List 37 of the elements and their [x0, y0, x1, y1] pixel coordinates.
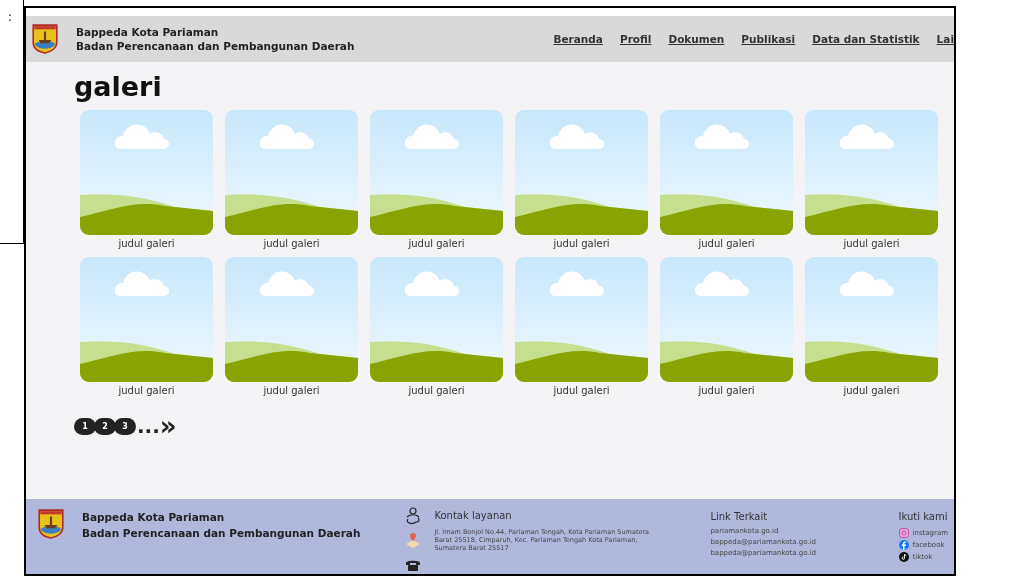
footer-subtitle: Badan Perencanaan dan Pembangunan Daerah [82, 526, 361, 541]
page-button[interactable]: 2 [94, 417, 116, 435]
gallery-caption: judul galeri [408, 237, 465, 251]
gallery-caption: judul galeri [843, 384, 900, 398]
page-button[interactable]: 3 [114, 417, 136, 435]
page-button[interactable]: 1 [74, 417, 96, 435]
nav-link[interactable]: Dokumen [668, 33, 725, 45]
nav-link[interactable]: Profil [619, 33, 652, 45]
next-page-link[interactable]: » [159, 416, 177, 436]
nav-link[interactable]: Publikasi [741, 33, 796, 45]
gallery-caption: judul galeri [843, 237, 900, 251]
camera-icon[interactable] [898, 528, 909, 538]
gallery-caption: judul galeri [698, 237, 755, 251]
site-subtitle: Badan Perencanaan dan Pembangunan Daerah [76, 39, 355, 53]
nav-link[interactable]: Beranda [553, 33, 603, 45]
footer-title: Bappeda Kota Pariaman [82, 510, 226, 525]
facebook-icon[interactable] [898, 540, 909, 550]
nav-link[interactable]: Lai [936, 33, 954, 45]
contact-icon [404, 506, 423, 525]
gallery-caption: judul galeri [408, 384, 465, 398]
gallery-caption: judul galeri [698, 384, 755, 398]
gallery-caption: judul galeri [263, 384, 320, 398]
gallery-caption: judul galeri [553, 384, 610, 398]
nav-link[interactable]: Data dan Statistik [812, 33, 920, 45]
gallery-caption: judul galeri [263, 237, 320, 251]
social-heading: Ikuti kami [898, 511, 948, 522]
gallery-caption: judul galeri [118, 237, 175, 251]
gallery-caption: judul galeri [553, 237, 610, 251]
page-title: galeri [74, 70, 163, 104]
crest-icon [38, 509, 64, 539]
ellipsis: ... [137, 417, 160, 435]
crest-icon [32, 24, 58, 54]
tiktok-icon[interactable] [898, 552, 909, 562]
site-title: Bappeda Kota Pariaman [76, 25, 220, 39]
gallery-caption: judul galeri [118, 384, 175, 398]
contact-heading: Kontak layanan [434, 510, 513, 521]
links-heading: Link Terkait [710, 511, 769, 522]
